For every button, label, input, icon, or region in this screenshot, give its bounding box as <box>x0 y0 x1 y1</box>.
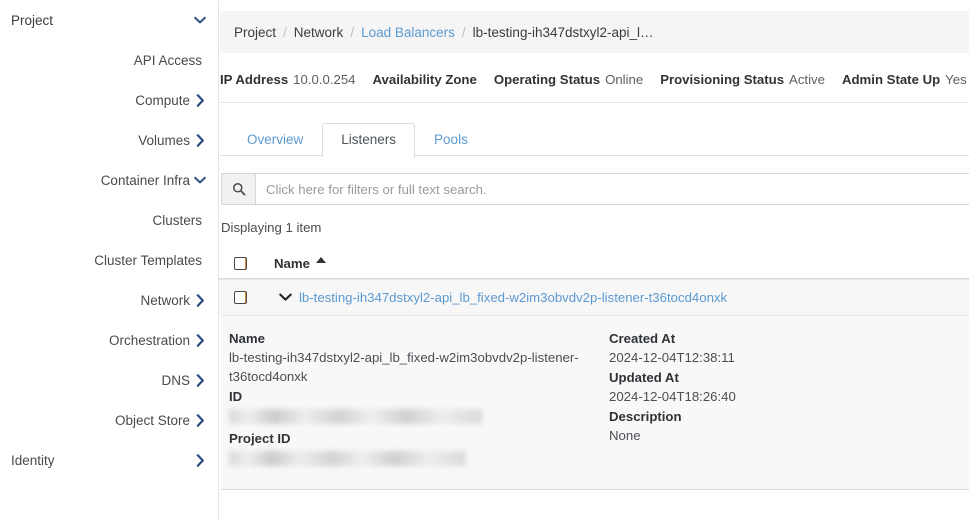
column-header-name-label: Name <box>274 256 310 271</box>
sidebar-item-object-store[interactable]: Object Store <box>0 400 218 440</box>
main-content: Project / Network / Load Balancers / lb-testin… <box>219 0 969 521</box>
breadcrumb-separator: / <box>283 25 287 40</box>
listener-name-link[interactable]: lb-testing-ih347dstxyl2-api_lb_fixed-w2i… <box>299 290 727 305</box>
detail-label: Updated At <box>609 368 969 387</box>
divider <box>220 102 969 103</box>
info-pair: Admin State Up Yes <box>842 72 967 87</box>
chevron-down-icon[interactable] <box>194 174 206 186</box>
sidebar-item-api-access[interactable]: API Access <box>0 40 218 80</box>
search-input[interactable] <box>256 173 969 205</box>
info-key: Admin State Up <box>842 72 940 87</box>
detail-value: lb-testing-ih347dstxyl2-api_lb_fixed-w2i… <box>229 348 581 386</box>
page-root: Project API Access Compute Volumes Container… <box>0 0 969 521</box>
sidebar: Project API Access Compute Volumes Container… <box>0 0 219 521</box>
search-button[interactable] <box>221 173 256 205</box>
info-pair: Operating Status Online <box>494 72 643 87</box>
redacted-value <box>229 409 482 424</box>
detail-label: Name <box>229 329 609 348</box>
tab-listeners[interactable]: Listeners <box>322 123 415 158</box>
sidebar-item-container-infra[interactable]: Container Infra <box>0 160 218 200</box>
breadcrumb-item: Project <box>234 25 276 40</box>
chevron-right-icon[interactable] <box>194 134 206 146</box>
info-key: Operating Status <box>494 72 600 87</box>
sidebar-item-dns[interactable]: DNS <box>0 360 218 400</box>
sidebar-item-clusters[interactable]: Clusters <box>0 200 218 240</box>
load-balancer-info-bar: IP Address 10.0.0.254 Availability Zone Ope… <box>219 62 969 96</box>
select-all-checkbox[interactable] <box>234 257 247 270</box>
row-checkbox[interactable] <box>234 291 247 304</box>
sidebar-item-label: API Access <box>134 53 202 68</box>
search-icon <box>232 182 246 196</box>
sidebar-item-identity[interactable]: Identity <box>0 440 218 480</box>
sidebar-item-label: Orchestration <box>109 333 190 348</box>
sort-ascending-icon <box>316 257 326 263</box>
sidebar-item-label: Cluster Templates <box>94 253 202 268</box>
tab-bar: OverviewListenersPools <box>219 116 969 156</box>
listener-detail-panel: Namelb-testing-ih347dstxyl2-api_lb_fixed… <box>221 315 969 490</box>
info-value: Active <box>789 72 825 87</box>
info-pair: Availability Zone <box>373 72 477 87</box>
chevron-down-icon[interactable] <box>194 14 206 26</box>
info-key: IP Address <box>220 72 288 87</box>
listeners-table: Name lb-testing-ih347dstxyl2-api_lb_fixe… <box>219 248 969 490</box>
row-name-cell: lb-testing-ih347dstxyl2-api_lb_fixed-w2i… <box>274 290 969 305</box>
detail-label: ID <box>229 387 609 406</box>
chevron-right-icon[interactable] <box>194 374 206 386</box>
info-value: Online <box>605 72 643 87</box>
sidebar-item-label: Identity <box>11 453 55 468</box>
sidebar-item-label: Volumes <box>138 133 190 148</box>
detail-column-left: Namelb-testing-ih347dstxyl2-api_lb_fixed… <box>221 329 609 471</box>
detail-value: 2024-12-04T18:26:40 <box>609 387 961 406</box>
info-value: Yes <box>945 72 967 87</box>
detail-value: None <box>609 426 961 445</box>
breadcrumb-separator: / <box>350 25 354 40</box>
chevron-right-icon[interactable] <box>194 334 206 346</box>
tab-overview[interactable]: Overview <box>228 123 322 157</box>
select-all-cell[interactable] <box>221 257 274 270</box>
info-key: Availability Zone <box>373 72 477 87</box>
breadcrumb: Project / Network / Load Balancers / lb-testin… <box>220 11 969 53</box>
sidebar-item-compute[interactable]: Compute <box>0 80 218 120</box>
detail-label: Created At <box>609 329 969 348</box>
detail-label: Description <box>609 407 969 426</box>
sidebar-item-label: Compute <box>135 93 190 108</box>
chevron-right-icon[interactable] <box>194 294 206 306</box>
search-bar <box>221 173 969 205</box>
column-header-name[interactable]: Name <box>274 256 969 271</box>
sidebar-item-label: Clusters <box>152 213 202 228</box>
detail-value: 2024-12-04T12:38:11 <box>609 348 961 367</box>
chevron-right-icon[interactable] <box>194 454 206 466</box>
breadcrumb-item[interactable]: Load Balancers <box>361 25 455 40</box>
sidebar-item-project[interactable]: Project <box>0 0 218 40</box>
chevron-right-icon[interactable] <box>194 414 206 426</box>
detail-label: Project ID <box>229 429 609 448</box>
detail-column-right: Created At2024-12-04T12:38:11Updated At2… <box>609 329 969 471</box>
breadcrumb-item: lb-testing-ih347dstxyl2-api_l… <box>473 25 654 40</box>
table-row[interactable]: lb-testing-ih347dstxyl2-api_lb_fixed-w2i… <box>219 279 969 315</box>
tab-pools[interactable]: Pools <box>415 123 487 157</box>
chevron-down-icon[interactable] <box>274 293 296 302</box>
sidebar-item-label: Object Store <box>115 413 190 428</box>
sidebar-item-orchestration[interactable]: Orchestration <box>0 320 218 360</box>
sidebar-item-label: DNS <box>161 373 190 388</box>
result-count: Displaying 1 item <box>221 220 969 235</box>
sidebar-item-network[interactable]: Network <box>0 280 218 320</box>
table-header-row: Name <box>219 248 969 279</box>
breadcrumb-separator: / <box>462 25 466 40</box>
info-pair: IP Address 10.0.0.254 <box>220 72 356 87</box>
breadcrumb-item: Network <box>294 25 344 40</box>
info-pair: Provisioning Status Active <box>660 72 825 87</box>
sidebar-item-label: Project <box>11 13 53 28</box>
redacted-value <box>229 451 466 466</box>
sidebar-item-label: Network <box>140 293 190 308</box>
sidebar-item-volumes[interactable]: Volumes <box>0 120 218 160</box>
chevron-right-icon[interactable] <box>194 94 206 106</box>
sidebar-item-cluster-templates[interactable]: Cluster Templates <box>0 240 218 280</box>
info-key: Provisioning Status <box>660 72 784 87</box>
row-select-cell[interactable] <box>221 291 274 304</box>
sidebar-item-label: Container Infra <box>101 173 190 188</box>
info-value: 10.0.0.254 <box>293 72 355 87</box>
